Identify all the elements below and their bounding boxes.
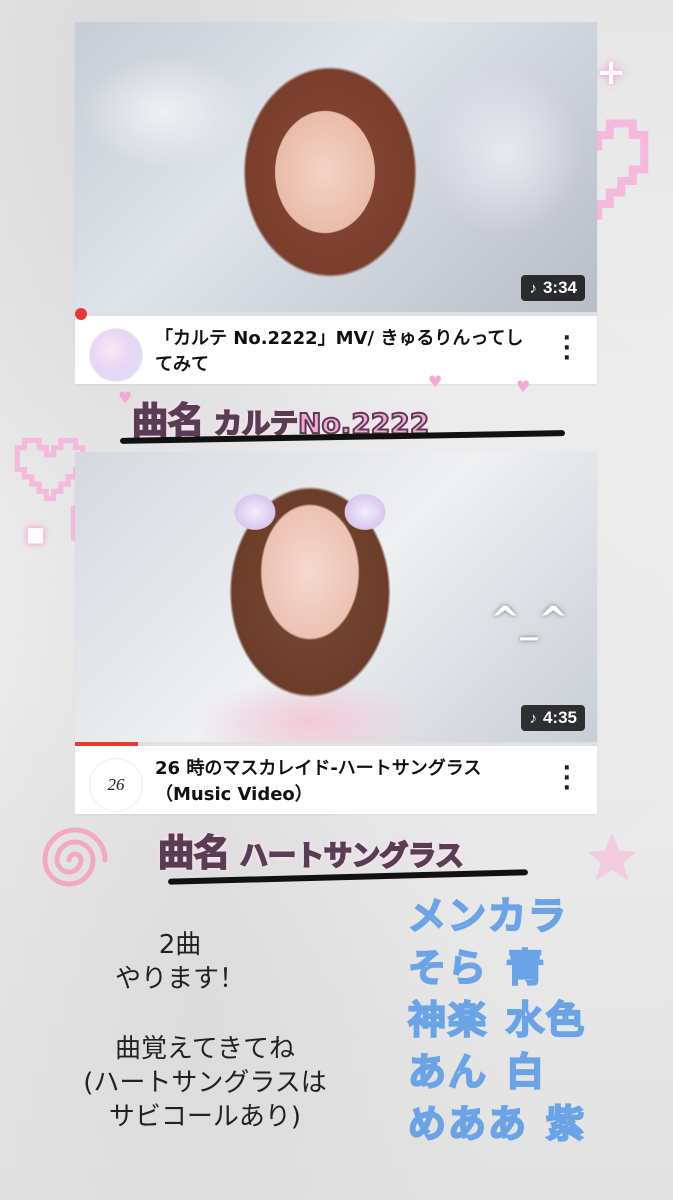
music-note-icon: ♪ (529, 709, 537, 727)
member-name: そら (407, 945, 489, 991)
video-thumbnail[interactable] (75, 22, 597, 312)
face-doodle: ^_^ (490, 600, 569, 641)
channel-logo-text: 26 (107, 775, 125, 794)
video-meta: 26 26 時のマスカレイド-ハートサングラス（Music Video） · · · (75, 746, 597, 814)
video-card-1[interactable]: ♪ 3:34 「カルテ No.2222」MV/ きゅるりんってしてみて · · · (75, 22, 597, 384)
video-thumbnail[interactable] (75, 452, 597, 742)
video-title[interactable]: 26 時のマスカレイド-ハートサングラス（Music Video） (155, 756, 535, 808)
channel-avatar[interactable] (89, 328, 143, 382)
member-color: 紫 (545, 1101, 587, 1147)
channel-avatar[interactable]: 26 (89, 758, 143, 812)
note-text: 曲覚えてきてね (ハートサングラスは サビコールあり) (83, 1034, 327, 1132)
video-title[interactable]: 「カルテ No.2222」MV/ きゅるりんってしてみて (155, 326, 535, 378)
member-name: めああ (407, 1101, 529, 1147)
video-meta: 「カルテ No.2222」MV/ きゅるりんってしてみて · · · (75, 316, 597, 384)
song-label-prefix: 曲名 (157, 832, 231, 875)
more-options-icon[interactable]: · · · (563, 758, 571, 800)
member-color: 白 (505, 1049, 547, 1095)
music-note-icon: ♪ (529, 279, 537, 297)
song-name-label: 曲名 ハートサングラス (157, 824, 464, 876)
member-color-row: そら青 (407, 942, 658, 994)
songs-count-text: 2曲 やります！ (114, 930, 245, 994)
sparkle-icon: + (596, 52, 627, 93)
duration-text: 4:35 (542, 708, 577, 727)
more-options-icon[interactable]: · · · (563, 328, 571, 370)
member-name: 神楽 (407, 997, 489, 1043)
member-color: 青 (505, 945, 547, 991)
member-color-row: めああ紫 (407, 1098, 658, 1150)
spiral-icon (42, 827, 108, 887)
member-color-row: あん白 (407, 1046, 658, 1098)
sparkle-icon: ■ (26, 522, 45, 546)
member-color: 水色 (505, 997, 587, 1043)
star-icon (587, 833, 637, 881)
heart-icon: ♥ (428, 372, 443, 391)
member-color-list: メンカラ そら青 神楽 水色 あん白 めああ紫 (407, 890, 658, 1150)
duration-text: 3:34 (542, 278, 577, 297)
member-color-row: 神楽 水色 (407, 994, 658, 1046)
duration-badge: ♪ 4:35 (521, 705, 585, 731)
heart-icon: ♥ (118, 388, 133, 407)
duration-badge: ♪ 3:34 (521, 275, 585, 301)
member-name: あん (407, 1049, 489, 1095)
song-label-name: ハートサングラス (239, 838, 464, 873)
heart-icon: ♥ (516, 377, 531, 396)
member-color-header: メンカラ (407, 893, 569, 939)
